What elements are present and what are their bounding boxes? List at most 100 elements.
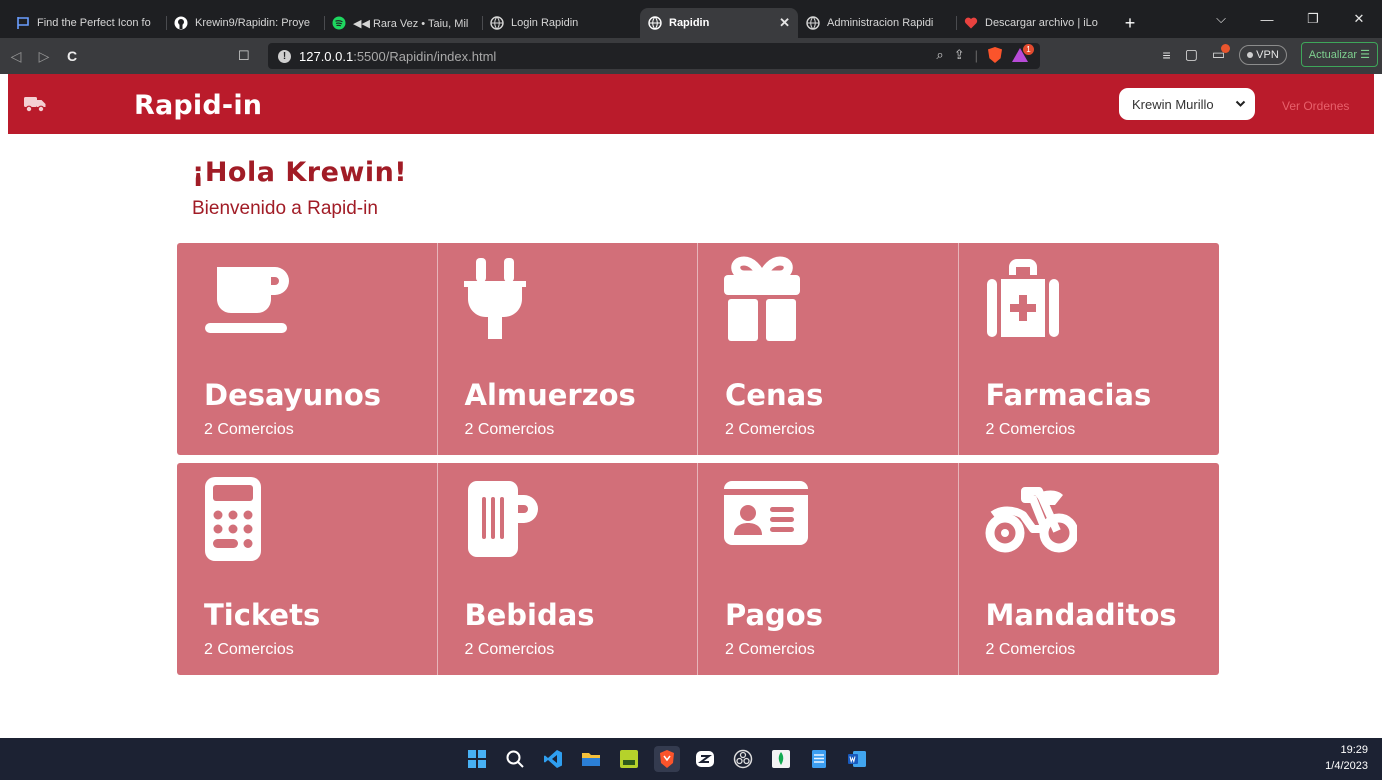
category-grid: Desayunos 2 Comercios Almuerzos 2 Comerc… (177, 243, 1219, 683)
coffee-cup-icon (205, 267, 289, 333)
brave-browser-icon[interactable] (654, 746, 680, 772)
category-name: Tickets (204, 598, 321, 632)
category-count: 2 Comercios (725, 641, 815, 658)
brand-title[interactable]: Rapid-in (134, 90, 262, 121)
category-name: Pagos (725, 598, 823, 632)
category-row: Tickets 2 Comercios Bebidas 2 Comercios (177, 463, 1219, 675)
minimize-icon[interactable]: — (1244, 12, 1290, 27)
url-host: 127.0.0.1 (299, 48, 354, 64)
word-icon[interactable] (844, 746, 870, 772)
medical-kit-icon (986, 259, 1059, 337)
system-clock[interactable]: 19:29 1/4/2023 (1325, 742, 1368, 774)
orders-link[interactable]: Ver Ordenes (1282, 99, 1349, 113)
pseint-icon[interactable] (616, 746, 642, 772)
category-count: 2 Comercios (985, 421, 1076, 438)
category-name: Mandaditos (985, 598, 1177, 632)
browser-tab[interactable]: Login Rapidin (482, 8, 640, 38)
category-name: Desayunos (204, 378, 382, 412)
category-card-bebidas[interactable]: Bebidas 2 Comercios (437, 463, 698, 675)
beer-mug-icon (467, 481, 538, 557)
spotify-icon (332, 16, 346, 30)
gift-icon (724, 256, 800, 341)
category-count: 2 Comercios (464, 421, 555, 438)
sidebar-icon[interactable]: ▢ (1185, 46, 1198, 63)
zoom-icon[interactable]: ⌕ (936, 47, 943, 63)
notepad-icon[interactable] (806, 746, 832, 772)
user-select[interactable]: Krewin Murillo (1119, 88, 1255, 120)
window-controls: ⌵ — ❐ ✕ (1198, 0, 1382, 38)
category-name: Almuerzos (464, 378, 636, 412)
category-name: Bebidas (464, 598, 595, 632)
share-icon[interactable]: ⇪ (954, 47, 965, 63)
category-count: 2 Comercios (204, 421, 294, 438)
restore-icon[interactable]: ❐ (1290, 11, 1336, 27)
site-info-icon[interactable]: ! (278, 49, 291, 63)
category-card-farmacias[interactable]: Farmacias 2 Comercios (958, 243, 1219, 455)
globe-icon (490, 16, 504, 30)
wallet-icon[interactable]: ▭ (1212, 44, 1231, 63)
tab-title: Login Rapidin (511, 17, 579, 29)
tab-search-icon[interactable]: ⌵ (1198, 11, 1244, 27)
welcome-text: Bienvenido a Rapid-in (192, 198, 378, 219)
browser-tab[interactable]: ◀◀ Rara Vez • Taiu, Mil (324, 8, 482, 38)
bookmark-icon[interactable]: ☐ (238, 48, 250, 64)
tab-title: ◀◀ Rara Vez • Taiu, Mil (353, 17, 469, 30)
mail-app-icon[interactable] (692, 746, 718, 772)
reload-icon[interactable]: C (60, 48, 84, 64)
clock-date: 1/4/2023 (1325, 760, 1368, 772)
globe-icon (648, 16, 662, 30)
browser-tab[interactable]: Descargar archivo | iLo (956, 8, 1114, 38)
tab-title: Find the Perfect Icon fo (37, 17, 151, 29)
vscode-icon[interactable] (540, 746, 566, 772)
category-count: 2 Comercios (204, 641, 294, 658)
url-field[interactable]: ! 127.0.0.1:5500/Rapidin/index.html ⌕ ⇪ … (268, 43, 1040, 69)
windows-start-icon[interactable] (464, 746, 490, 772)
user-select-value: Krewin Murillo (1132, 96, 1214, 112)
category-card-tickets[interactable]: Tickets 2 Comercios (177, 463, 438, 675)
tab-title: Administracion Rapidi (827, 17, 934, 29)
category-card-pagos[interactable]: Pagos 2 Comercios (698, 463, 959, 675)
plug-icon (463, 258, 526, 339)
update-button[interactable]: Actualizar ☰ (1300, 42, 1378, 67)
category-row: Desayunos 2 Comercios Almuerzos 2 Comerc… (177, 243, 1219, 455)
calculator-icon (205, 477, 261, 561)
mongodb-icon[interactable] (768, 746, 794, 772)
tab-title: Rapidin (669, 17, 710, 29)
category-card-almuerzos[interactable]: Almuerzos 2 Comercios (437, 243, 698, 455)
category-count: 2 Comercios (464, 641, 555, 658)
brave-shield-icon[interactable] (988, 47, 1002, 63)
clock-time: 19:29 (1340, 744, 1368, 756)
category-card-mandaditos[interactable]: Mandaditos 2 Comercios (958, 463, 1219, 675)
truck-icon (24, 97, 46, 113)
search-icon[interactable] (502, 746, 528, 772)
category-card-cenas[interactable]: Cenas 2 Comercios (698, 243, 959, 455)
address-toolbar: ◁ ▷ C ☐ ! 127.0.0.1:5500/Rapidin/index.h… (0, 38, 1382, 74)
obs-icon[interactable] (730, 746, 756, 772)
tab-title: Krewin9/Rapidin: Proye (195, 17, 310, 29)
category-name: Cenas (725, 378, 824, 412)
browser-tab[interactable]: Find the Perfect Icon fo (8, 8, 166, 38)
id-card-icon (724, 481, 808, 545)
browser-tab-active[interactable]: Rapidin ✕ (640, 8, 798, 38)
tab-title: Descargar archivo | iLo (985, 17, 1098, 29)
browser-tab[interactable]: Administracion Rapidi (798, 8, 956, 38)
forward-icon[interactable]: ▷ (32, 48, 56, 65)
app-navbar: Rapid-in Krewin Murillo Ver Ordenes (8, 74, 1374, 134)
browser-tab-strip: Find the Perfect Icon fo Krewin9/Rapidin… (0, 0, 1382, 38)
category-count: 2 Comercios (725, 421, 815, 438)
new-tab-button[interactable]: + (1114, 8, 1146, 38)
greeting-heading: ¡Hola Krewin! (192, 157, 408, 188)
vpn-button[interactable]: VPN (1239, 44, 1287, 65)
close-window-icon[interactable]: ✕ (1336, 11, 1382, 27)
playlist-icon[interactable]: ≡ (1163, 47, 1171, 63)
brave-rewards-icon[interactable] (1012, 44, 1034, 62)
close-tab-icon[interactable]: ✕ (779, 15, 790, 31)
github-icon (174, 16, 188, 30)
back-icon[interactable]: ◁ (4, 48, 28, 65)
chevron-down-icon (1235, 100, 1246, 107)
os-taskbar: 19:29 1/4/2023 (0, 738, 1382, 780)
category-card-desayunos[interactable]: Desayunos 2 Comercios (177, 243, 438, 455)
browser-tab[interactable]: Krewin9/Rapidin: Proye (166, 8, 324, 38)
flag-icon (16, 16, 30, 30)
file-explorer-icon[interactable] (578, 746, 604, 772)
